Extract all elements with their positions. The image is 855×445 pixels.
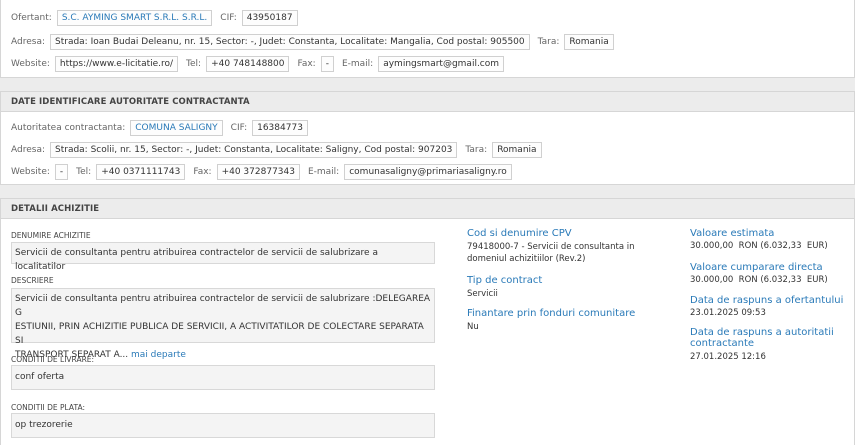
autoritate-header: DATE IDENTIFICARE AUTORITATE CONTRACTANT…	[1, 92, 854, 112]
autoritate-email-label: E-mail:	[307, 167, 340, 177]
denumire-value: Servicii de consultanta pentru atribuire…	[11, 242, 435, 272]
descriere-line-2: ESTIUNII, PRIN ACHIZITIE PUBLICA DE SERV…	[15, 322, 424, 346]
autoritate-address-row: Adresa: Strada: Scolii, nr. 15, Sector: …	[11, 142, 550, 158]
ofertant-panel: Ofertant: S.C. AYMING SMART S.R.L. S.R.L…	[0, 0, 855, 78]
achizitie-header: DETALII ACHIZITIE	[1, 199, 854, 219]
raspuns-autoritate-heading: Data de raspuns a autoritatii contractan…	[690, 327, 834, 349]
descriere-line-1: Servicii de consultanta pentru atribuire…	[15, 294, 431, 318]
autoritate-tara-value: Romania	[492, 142, 542, 158]
valoare-cumparare-heading: Valoare cumparare directa	[690, 262, 823, 273]
ofertant-row: Ofertant: S.C. AYMING SMART S.R.L. S.R.L…	[11, 10, 306, 26]
autoritate-cif-value: 16384773	[252, 120, 308, 136]
tip-contract-value: Servicii	[467, 289, 498, 299]
autoritate-adresa-value: Strada: Scolii, nr. 15, Sector: -, Judet…	[50, 142, 458, 158]
autoritate-website-label: Website:	[11, 167, 50, 177]
valoare-estimata-heading: Valoare estimata	[690, 228, 775, 239]
ofertant-tel-value: +40 748148800	[206, 56, 290, 72]
raspuns-autoritate-heading-line-1: Data de raspuns a autoritatii	[690, 327, 834, 338]
fonduri-value: Nu	[467, 322, 479, 332]
autoritate-email-value: comunasaligny@primariasaligny.ro	[344, 164, 512, 180]
autoritate-adresa-label: Adresa:	[11, 145, 45, 155]
raspuns-ofertant-heading: Data de raspuns a ofertantului	[690, 295, 844, 306]
ofertant-adresa-label: Adresa:	[11, 37, 45, 47]
cpv-line-2: domeniul achizitiilor (Rev.2)	[467, 254, 586, 264]
autoritate-tel-value: +40 0371111743	[96, 164, 186, 180]
valoare-cumparare-value: 30.000,00 RON (6.032,33 EUR)	[690, 275, 828, 285]
raspuns-autoritate-heading-line-2: contractante	[690, 338, 755, 349]
autoritate-panel: DATE IDENTIFICARE AUTORITATE CONTRACTANT…	[0, 91, 855, 185]
autoritate-name-link[interactable]: COMUNA SALIGNY	[130, 120, 223, 136]
plata-value: op trezorerie	[11, 413, 435, 438]
autoritate-tara-label: Tara:	[465, 145, 488, 155]
autoritate-tel-label: Tel:	[76, 167, 92, 177]
ofertant-cif-label: CIF:	[220, 13, 237, 23]
ofertant-fax-label: Fax:	[297, 59, 316, 69]
achizitie-panel: DETALII ACHIZITIE DENUMIRE ACHIZITIE Ser…	[0, 198, 855, 445]
ofertant-website-value: https://www.e-licitatie.ro/	[54, 56, 179, 72]
raspuns-autoritate-value: 27.01.2025 12:16	[690, 352, 766, 362]
ofertant-contact-row: Website: https://www.e-licitatie.ro/ Tel…	[11, 56, 512, 72]
autoritate-fax-label: Fax:	[193, 167, 212, 177]
ofertant-email-value: aymingsmart@gmail.com	[378, 56, 505, 72]
autoritate-row: Autoritatea contractanta: COMUNA SALIGNY…	[11, 120, 316, 136]
cpv-value: 79418000-7 - Servicii de consultanta in …	[467, 241, 635, 265]
autoritate-website-value: -	[54, 164, 69, 180]
valoare-estimata-value: 30.000,00 RON (6.032,33 EUR)	[690, 241, 828, 251]
ofertant-cif-value: 43950187	[241, 10, 298, 26]
plata-label: CONDITII DE PLATA:	[11, 403, 85, 412]
ofertant-tara-label: Tara:	[537, 37, 560, 47]
ofertant-email-label: E-mail:	[341, 59, 374, 69]
descriere-value: Servicii de consultanta pentru atribuire…	[11, 288, 435, 360]
ofertant-tara-value: Romania	[564, 34, 614, 50]
ofertant-tel-label: Tel:	[186, 59, 202, 69]
autoritate-label: Autoritatea contractanta:	[11, 123, 126, 133]
livrare-value: conf oferta	[11, 365, 435, 390]
ofertant-name-link[interactable]: S.C. AYMING SMART S.R.L. S.R.L.	[56, 10, 213, 26]
raspuns-ofertant-value: 23.01.2025 09:53	[690, 308, 766, 318]
livrare-label: CONDITII DE LIVRARE:	[11, 355, 95, 364]
descriere-label: DESCRIERE	[11, 276, 54, 285]
ofertant-adresa-value: Strada: Ioan Budai Deleanu, nr. 15, Sect…	[50, 34, 530, 50]
cpv-line-1: 79418000-7 - Servicii de consultanta in	[467, 242, 635, 252]
tip-contract-heading: Tip de contract	[467, 275, 543, 286]
mai-departe-link[interactable]: mai departe	[131, 350, 186, 360]
ofertant-address-row: Adresa: Strada: Ioan Budai Deleanu, nr. …	[11, 34, 622, 50]
cpv-heading: Cod si denumire CPV	[467, 228, 572, 239]
ofertant-fax-value: -	[320, 56, 334, 72]
denumire-label: DENUMIRE ACHIZITIE	[11, 231, 91, 240]
autoritate-contact-row: Website: - Tel: +40 0371111743 Fax: +40 …	[11, 164, 520, 180]
autoritate-fax-value: +40 372877343	[216, 164, 300, 180]
fonduri-heading: Finantare prin fonduri comunitare	[467, 308, 636, 319]
autoritate-cif-label: CIF:	[230, 123, 248, 133]
ofertant-website-label: Website:	[11, 59, 50, 69]
ofertant-label: Ofertant:	[11, 13, 52, 23]
